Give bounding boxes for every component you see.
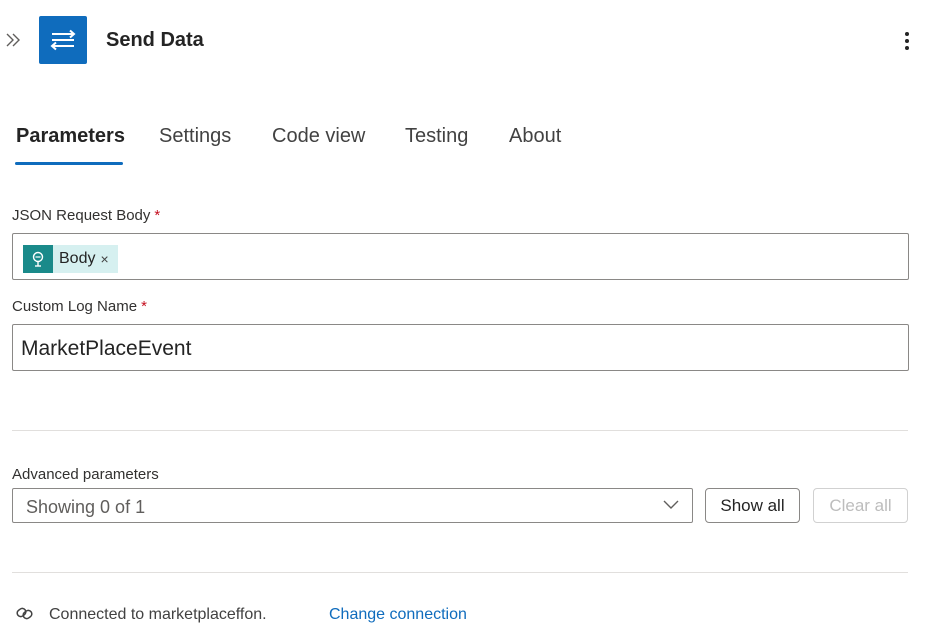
tab-parameters[interactable]: Parameters: [16, 123, 125, 149]
body-token[interactable]: Body ×: [23, 245, 118, 273]
advanced-parameters-label: Advanced parameters: [12, 466, 159, 483]
tab-about[interactable]: About: [509, 123, 561, 149]
action-icon: [39, 16, 87, 64]
tab-settings[interactable]: Settings: [159, 123, 231, 149]
json-request-body-input[interactable]: [12, 233, 909, 280]
connection-link-icon: [15, 603, 35, 623]
clear-all-button[interactable]: Clear all: [813, 488, 908, 523]
connection-status-text: Connected to marketplaceffon.: [49, 606, 267, 623]
trigger-token-icon: [23, 245, 53, 273]
custom-log-name-label: Custom Log Name *: [12, 298, 147, 315]
arrows-exchange-icon: [50, 29, 76, 51]
tab-testing[interactable]: Testing: [405, 123, 468, 149]
show-all-button[interactable]: Show all: [705, 488, 800, 523]
panel-title: Send Data: [106, 29, 204, 51]
tab-code-view[interactable]: Code view: [272, 123, 365, 149]
divider: [12, 430, 908, 431]
more-vertical-icon: [905, 32, 909, 36]
advanced-parameters-select-value: Showing 0 of 1: [26, 497, 146, 517]
expand-panel-button[interactable]: [4, 28, 24, 52]
active-tab-indicator: [15, 162, 123, 165]
divider: [12, 572, 908, 573]
required-mark: *: [154, 207, 161, 224]
token-label: Body: [59, 250, 96, 267]
change-connection-link[interactable]: Change connection: [329, 605, 467, 625]
json-request-body-label: JSON Request Body *: [12, 207, 161, 224]
required-mark: *: [141, 298, 147, 315]
chevron-down-icon[interactable]: [662, 498, 680, 512]
double-chevron-right-icon: [6, 33, 20, 47]
remove-token-button[interactable]: ×: [100, 251, 108, 267]
custom-log-name-value: MarketPlaceEvent: [21, 337, 192, 360]
more-options-button[interactable]: [898, 27, 916, 55]
